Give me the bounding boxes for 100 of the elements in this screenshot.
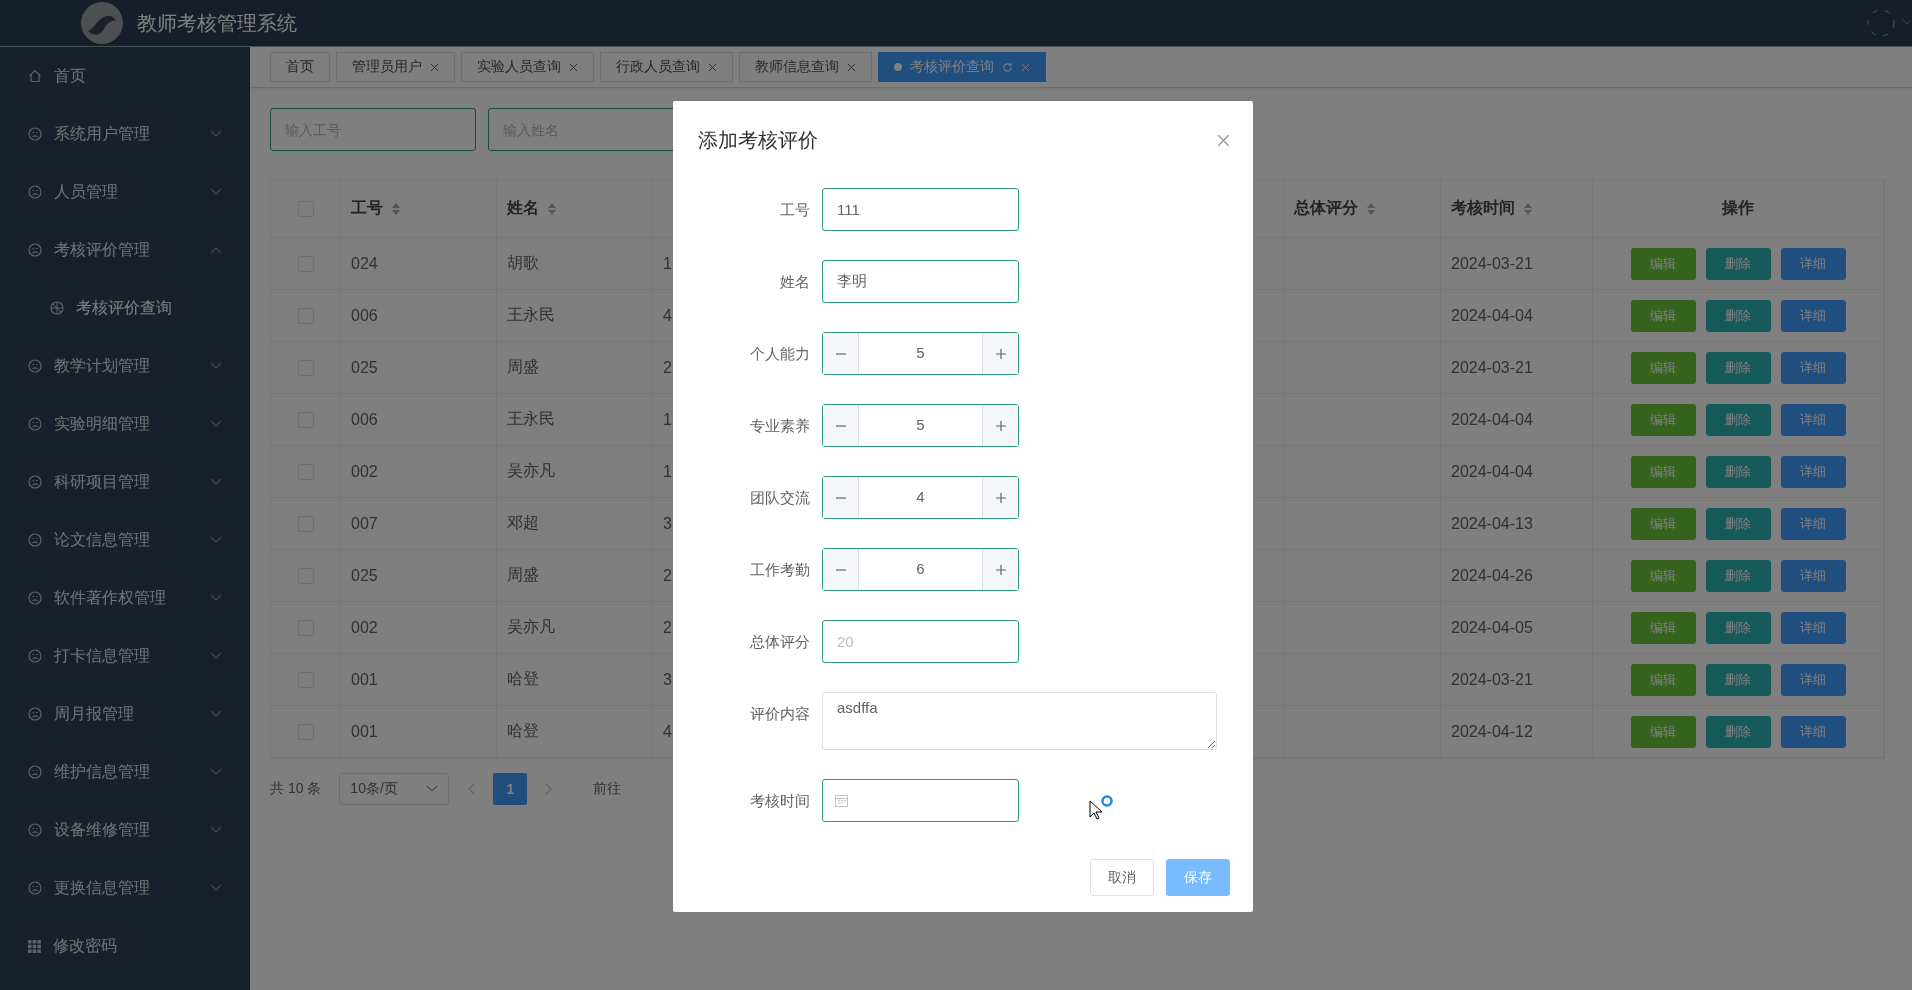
number-stepper[interactable]: 6 bbox=[822, 548, 1019, 591]
table-cell: 002 bbox=[341, 446, 497, 498]
edit-button[interactable]: 编辑 bbox=[1630, 715, 1696, 748]
sidebar-item[interactable]: 人员管理 bbox=[0, 163, 250, 221]
delete-button[interactable]: 删除 bbox=[1705, 299, 1771, 332]
sort-icon[interactable] bbox=[1523, 201, 1533, 216]
number-stepper[interactable]: 4 bbox=[822, 476, 1019, 519]
sort-icon[interactable] bbox=[547, 201, 557, 216]
decrement-button[interactable] bbox=[823, 333, 859, 374]
tab[interactable]: 首页 bbox=[270, 52, 330, 82]
edit-button[interactable]: 编辑 bbox=[1630, 507, 1696, 540]
sidebar-item[interactable]: 首页 bbox=[0, 47, 250, 105]
chevron-down-icon bbox=[210, 536, 222, 544]
edit-button[interactable]: 编辑 bbox=[1630, 455, 1696, 488]
date-picker[interactable] bbox=[822, 779, 1019, 822]
sidebar-item[interactable]: 周月报管理 bbox=[0, 685, 250, 743]
sidebar-item[interactable]: 科研项目管理 bbox=[0, 453, 250, 511]
close-icon[interactable] bbox=[1217, 133, 1230, 147]
cancel-button[interactable]: 取消 bbox=[1090, 859, 1154, 896]
detail-button[interactable]: 详细 bbox=[1780, 403, 1846, 436]
sidebar-item[interactable]: 论文信息管理 bbox=[0, 511, 250, 569]
edit-button[interactable]: 编辑 bbox=[1630, 247, 1696, 280]
increment-button[interactable] bbox=[982, 333, 1018, 374]
table-cell: 2024-04-04 bbox=[1441, 446, 1593, 498]
sort-icon[interactable] bbox=[391, 201, 401, 216]
sidebar-item[interactable]: 实验明细管理 bbox=[0, 395, 250, 453]
delete-button[interactable]: 删除 bbox=[1705, 663, 1771, 696]
column-header[interactable]: 考核时间 bbox=[1441, 180, 1593, 238]
edit-button[interactable]: 编辑 bbox=[1630, 299, 1696, 332]
sidebar-subitem[interactable]: 考核评价查询 bbox=[0, 279, 250, 337]
sidebar-item[interactable]: 系统用户管理 bbox=[0, 105, 250, 163]
edit-button[interactable]: 编辑 bbox=[1630, 351, 1696, 384]
increment-button[interactable] bbox=[982, 477, 1018, 518]
table-cell: 025 bbox=[341, 342, 497, 394]
decrement-button[interactable] bbox=[823, 477, 859, 518]
page-number[interactable]: 1 bbox=[493, 773, 528, 805]
table-cell: 2024-04-13 bbox=[1441, 498, 1593, 550]
delete-button[interactable]: 删除 bbox=[1705, 507, 1771, 540]
sidebar-item[interactable]: 软件著作权管理 bbox=[0, 569, 250, 627]
plus-icon bbox=[994, 563, 1007, 576]
detail-button[interactable]: 详细 bbox=[1780, 507, 1846, 540]
tab[interactable]: 考核评价查询 bbox=[878, 52, 1046, 82]
detail-button[interactable]: 详细 bbox=[1780, 299, 1846, 332]
delete-button[interactable]: 删除 bbox=[1705, 403, 1771, 436]
detail-button[interactable]: 详细 bbox=[1780, 455, 1846, 488]
text-area[interactable]: asdffa bbox=[822, 692, 1217, 750]
tab[interactable]: 行政人员查询 bbox=[600, 52, 733, 82]
sidebar-item[interactable]: 更换信息管理 bbox=[0, 859, 250, 917]
chevron-right-icon[interactable] bbox=[545, 783, 554, 795]
sidebar-item[interactable]: 教学计划管理 bbox=[0, 337, 250, 395]
page-size-select[interactable]: 10条/页 bbox=[339, 773, 450, 805]
sidebar-item[interactable]: 打卡信息管理 bbox=[0, 627, 250, 685]
table-cell: 胡歌 bbox=[497, 238, 653, 290]
delete-button[interactable]: 删除 bbox=[1705, 455, 1771, 488]
detail-button[interactable]: 详细 bbox=[1780, 715, 1846, 748]
table-cell: 001 bbox=[341, 654, 497, 706]
table-cell: 2024-04-05 bbox=[1441, 602, 1593, 654]
face-icon bbox=[28, 475, 42, 489]
close-icon[interactable] bbox=[708, 62, 717, 72]
sidebar-item[interactable]: 考核评价管理 bbox=[0, 221, 250, 279]
column-header[interactable]: 姓名 bbox=[497, 180, 653, 238]
text-field[interactable]: 李明 bbox=[822, 260, 1019, 303]
tab[interactable]: 管理员用户 bbox=[336, 52, 455, 82]
close-icon[interactable] bbox=[569, 62, 578, 72]
detail-button[interactable]: 详细 bbox=[1780, 351, 1846, 384]
tab[interactable]: 实验人员查询 bbox=[461, 52, 594, 82]
edit-button[interactable]: 编辑 bbox=[1630, 663, 1696, 696]
text-field[interactable]: 111 bbox=[822, 188, 1019, 231]
decrement-button[interactable] bbox=[823, 405, 859, 446]
tab[interactable]: 教师信息查询 bbox=[739, 52, 872, 82]
number-stepper[interactable]: 5 bbox=[822, 332, 1019, 375]
refresh-icon[interactable] bbox=[1002, 61, 1013, 73]
edit-button[interactable]: 编辑 bbox=[1630, 611, 1696, 644]
detail-button[interactable]: 详细 bbox=[1780, 559, 1846, 592]
delete-button[interactable]: 删除 bbox=[1705, 715, 1771, 748]
detail-button[interactable]: 详细 bbox=[1780, 611, 1846, 644]
edit-button[interactable]: 编辑 bbox=[1630, 403, 1696, 436]
chevron-down-icon[interactable] bbox=[1902, 19, 1912, 27]
close-icon[interactable] bbox=[430, 62, 439, 72]
delete-button[interactable]: 删除 bbox=[1705, 559, 1771, 592]
sort-icon[interactable] bbox=[1366, 201, 1376, 216]
delete-button[interactable]: 删除 bbox=[1705, 247, 1771, 280]
text-field[interactable]: 20 bbox=[822, 620, 1019, 663]
increment-button[interactable] bbox=[982, 405, 1018, 446]
edit-button[interactable]: 编辑 bbox=[1630, 559, 1696, 592]
decrement-button[interactable] bbox=[823, 549, 859, 590]
close-icon[interactable] bbox=[847, 62, 856, 72]
increment-button[interactable] bbox=[982, 549, 1018, 590]
detail-button[interactable]: 详细 bbox=[1780, 663, 1846, 696]
save-button[interactable]: 保存 bbox=[1166, 859, 1230, 896]
delete-button[interactable]: 删除 bbox=[1705, 351, 1771, 384]
number-stepper[interactable]: 5 bbox=[822, 404, 1019, 447]
sidebar-item[interactable]: 修改密码 bbox=[0, 917, 250, 975]
chevron-left-icon[interactable] bbox=[467, 783, 476, 795]
column-header[interactable]: 总体评分 bbox=[1284, 180, 1441, 238]
detail-button[interactable]: 详细 bbox=[1780, 247, 1846, 280]
sidebar-item[interactable]: 设备维修管理 bbox=[0, 801, 250, 859]
sidebar-item[interactable]: 维护信息管理 bbox=[0, 743, 250, 801]
delete-button[interactable]: 删除 bbox=[1705, 611, 1771, 644]
column-header[interactable]: 工号 bbox=[341, 180, 497, 238]
